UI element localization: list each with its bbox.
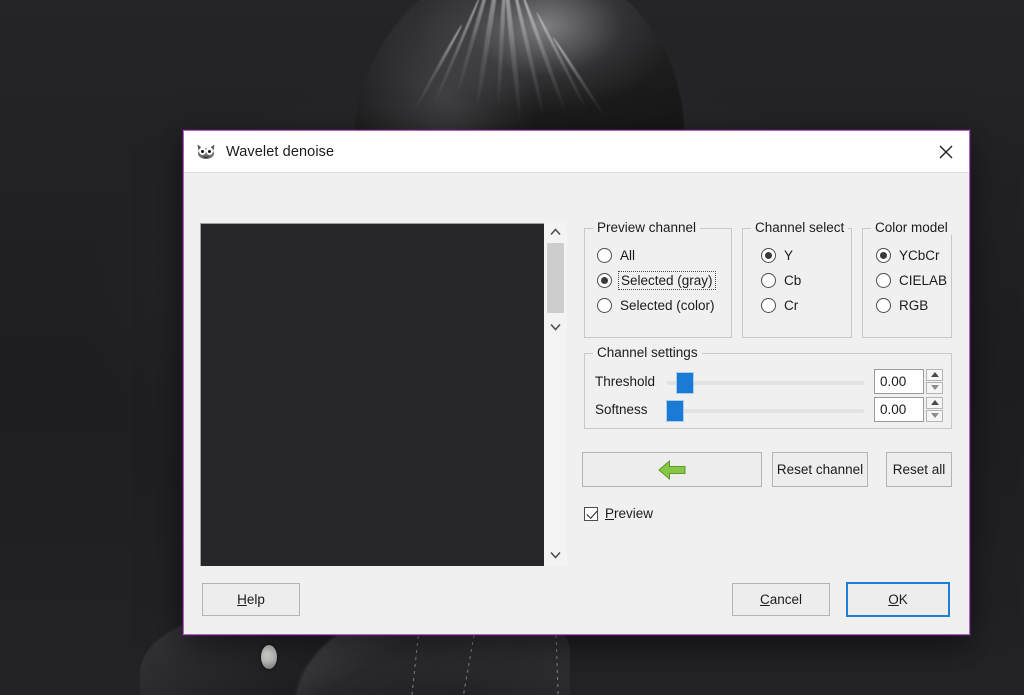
threshold-slider[interactable] xyxy=(667,370,864,393)
radio-icon[interactable] xyxy=(597,248,612,263)
radio-icon[interactable] xyxy=(876,248,891,263)
radio-color-model-ycbcr[interactable]: YCbCr xyxy=(863,243,951,268)
preview-canvas[interactable] xyxy=(203,226,557,575)
softness-row: Softness 0.00 xyxy=(595,396,943,422)
preview-channel-title: Preview channel xyxy=(593,220,701,235)
triangle-down-icon[interactable] xyxy=(926,381,943,394)
radio-icon[interactable] xyxy=(761,273,776,288)
preview-channel-group: Preview channel All Selected (gray) Sele… xyxy=(584,220,732,338)
background-jacket-button xyxy=(261,645,277,669)
preview-checkbox-label: Preview xyxy=(605,506,654,521)
threshold-row: Threshold 0.00 xyxy=(595,368,943,394)
radio-label: All xyxy=(620,248,636,263)
triangle-down-icon[interactable] xyxy=(926,409,943,422)
threshold-value: 0.00 xyxy=(880,373,907,389)
radio-label: CIELAB xyxy=(899,273,948,288)
ok-button[interactable]: OK xyxy=(846,582,950,617)
radio-preview-channel-all[interactable]: All xyxy=(585,243,731,268)
radio-preview-channel-selected-gray[interactable]: Selected (gray) xyxy=(585,268,731,293)
radio-icon[interactable] xyxy=(597,273,612,288)
preview-vertical-scrollbar[interactable] xyxy=(544,221,567,566)
triangle-up-icon[interactable] xyxy=(926,396,943,409)
slider-track xyxy=(667,381,864,385)
radio-label: Y xyxy=(784,248,794,263)
threshold-value-field[interactable]: 0.00 xyxy=(874,368,924,394)
radio-color-model-cielab[interactable]: CIELAB xyxy=(863,268,951,293)
radio-label: Selected (gray) xyxy=(618,271,716,290)
dialog-title: Wavelet denoise xyxy=(226,143,335,160)
vertical-scrollbar-thumb[interactable] xyxy=(547,243,564,313)
radio-channel-y[interactable]: Y xyxy=(743,243,851,268)
help-button[interactable]: Help xyxy=(202,583,300,616)
radio-icon[interactable] xyxy=(761,248,776,263)
gimp-wilber-icon xyxy=(196,143,216,160)
radio-channel-cb[interactable]: Cb xyxy=(743,268,851,293)
radio-icon[interactable] xyxy=(761,298,776,313)
softness-value: 0.00 xyxy=(880,401,907,417)
softness-value-field[interactable]: 0.00 xyxy=(874,396,924,422)
swap-channel-button[interactable] xyxy=(582,452,762,487)
chevron-down-icon[interactable] xyxy=(544,321,567,334)
softness-spinner[interactable] xyxy=(926,396,943,422)
cancel-button[interactable]: Cancel xyxy=(732,583,830,616)
preview-checkbox-row[interactable]: Preview xyxy=(584,506,653,521)
channel-settings-title: Channel settings xyxy=(593,345,702,360)
radio-icon[interactable] xyxy=(876,298,891,313)
wavelet-denoise-dialog: Wavelet denoise Preview channel All Sele… xyxy=(183,130,970,635)
color-model-title: Color model xyxy=(871,220,952,235)
reset-all-button[interactable]: Reset all xyxy=(886,452,952,487)
color-model-group: Color model YCbCr CIELAB RGB xyxy=(862,220,952,338)
threshold-label: Threshold xyxy=(595,373,656,389)
radio-label: Cr xyxy=(784,298,799,313)
preview-pane[interactable] xyxy=(200,223,560,578)
dialog-body: Preview channel All Selected (gray) Sele… xyxy=(184,172,969,634)
slider-thumb[interactable] xyxy=(677,373,693,393)
softness-label: Softness xyxy=(595,401,648,417)
radio-preview-channel-selected-color[interactable]: Selected (color) xyxy=(585,293,731,318)
radio-icon[interactable] xyxy=(876,273,891,288)
close-icon[interactable] xyxy=(923,131,969,172)
radio-label: Selected (color) xyxy=(620,298,715,313)
checkbox-icon[interactable] xyxy=(584,506,598,521)
slider-thumb[interactable] xyxy=(667,401,683,421)
help-label: Help xyxy=(237,592,265,607)
channel-select-group: Channel select Y Cb Cr xyxy=(742,220,852,338)
green-left-arrow-icon xyxy=(658,459,686,480)
radio-channel-cr[interactable]: Cr xyxy=(743,293,851,318)
radio-label: RGB xyxy=(899,298,929,313)
slider-track xyxy=(667,409,864,413)
channel-settings-group: Channel settings Threshold 0.00 Softness xyxy=(584,345,952,429)
radio-label: YCbCr xyxy=(899,248,940,263)
radio-label: Cb xyxy=(784,273,802,288)
dialog-footer: Help Cancel OK xyxy=(184,566,969,634)
reset-channel-button[interactable]: Reset channel xyxy=(772,452,868,487)
chevron-down-bottom-icon[interactable] xyxy=(544,549,567,562)
chevron-up-icon[interactable] xyxy=(544,226,567,239)
threshold-spinner[interactable] xyxy=(926,368,943,394)
ok-label: OK xyxy=(888,592,908,607)
channel-select-title: Channel select xyxy=(751,220,849,235)
dialog-titlebar: Wavelet denoise xyxy=(184,131,969,172)
softness-slider[interactable] xyxy=(667,398,864,421)
triangle-up-icon[interactable] xyxy=(926,368,943,381)
radio-color-model-rgb[interactable]: RGB xyxy=(863,293,951,318)
cancel-label: Cancel xyxy=(759,592,803,607)
radio-icon[interactable] xyxy=(597,298,612,313)
